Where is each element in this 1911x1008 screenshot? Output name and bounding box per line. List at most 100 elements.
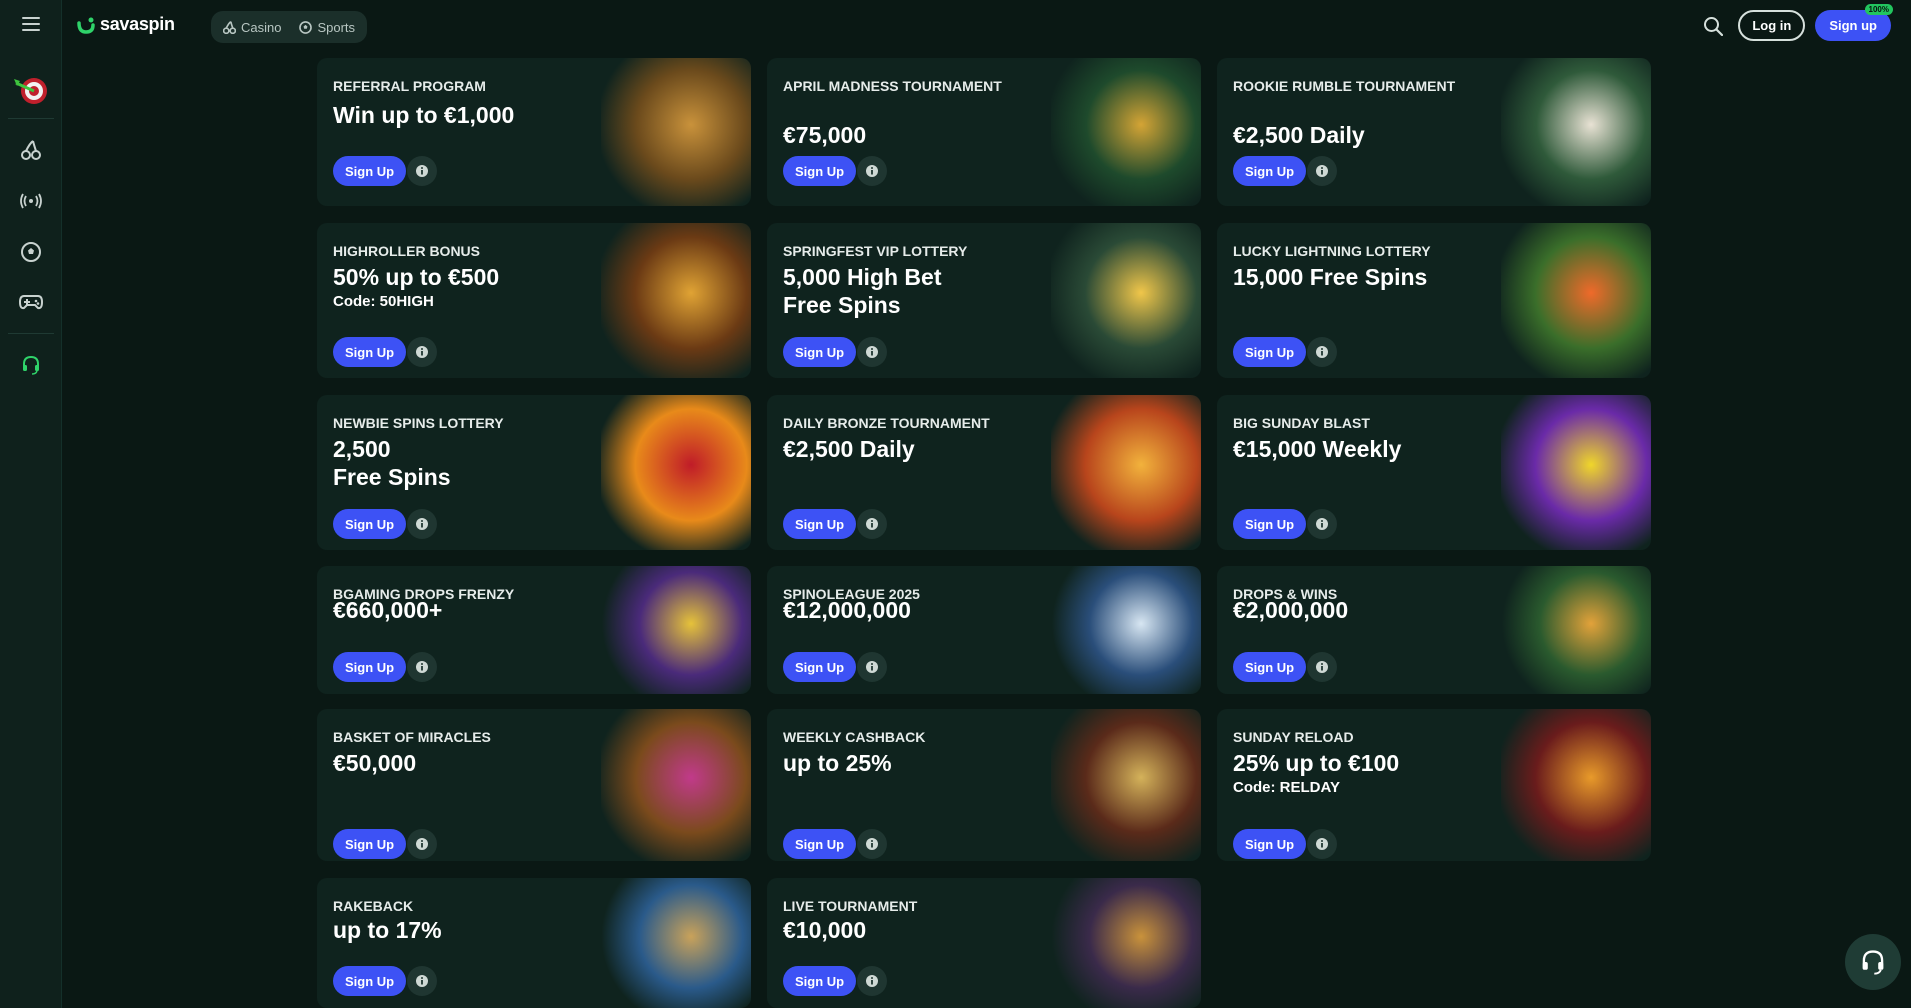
- signup-bonus-badge: 100%: [1864, 4, 1893, 15]
- promo-signup-button[interactable]: Sign Up: [1233, 337, 1307, 367]
- promo-signup-button[interactable]: Sign Up: [783, 156, 857, 186]
- promo-card[interactable]: BGAMING DROPS FRENZY €660,000+ Sign Up: [317, 566, 751, 694]
- promo-signup-button[interactable]: Sign Up: [783, 829, 857, 859]
- promo-card[interactable]: ROOKIE RUMBLE TOURNAMENT €2,500 Daily Sign…: [1217, 58, 1651, 206]
- info-icon[interactable]: [407, 509, 437, 539]
- info-icon[interactable]: [407, 156, 437, 186]
- soccer-ball-icon[interactable]: [0, 232, 62, 272]
- promo-signup-button[interactable]: Sign Up: [783, 337, 857, 367]
- info-icon[interactable]: [407, 337, 437, 367]
- headset-icon[interactable]: [0, 345, 62, 385]
- info-icon[interactable]: [1307, 337, 1337, 367]
- promo-kicker: RAKEBACK: [333, 898, 414, 914]
- info-icon[interactable]: [407, 829, 437, 859]
- promo-headline: €75,000: [783, 122, 867, 148]
- promo-art-trophy: [1501, 709, 1651, 861]
- gamepad-icon[interactable]: [0, 282, 62, 322]
- promo-card[interactable]: HIGHROLLER BONUS 50% up to €500 Code: 50HI…: [317, 223, 751, 378]
- promo-art-elf-king: [1051, 58, 1201, 206]
- promo-card[interactable]: LUCKY LIGHTNING LOTTERY 15,000 Free Spins…: [1217, 223, 1651, 378]
- promo-card[interactable]: SPINOLEAGUE 2025 €12,000,000 Sign Up: [767, 566, 1201, 694]
- promo-card[interactable]: RAKEBACK up to 17% Sign Up: [317, 878, 751, 1008]
- info-icon[interactable]: [407, 652, 437, 682]
- promo-signup-button[interactable]: Sign Up: [333, 337, 407, 367]
- signup-button-label: Sign up: [1829, 18, 1877, 33]
- promo-kicker: APRIL MADNESS TOURNAMENT: [783, 78, 1002, 94]
- promo-card[interactable]: NEWBIE SPINS LOTTERY 2,500 Free Spins Sign…: [317, 395, 751, 550]
- promo-art-vip-girl: [1051, 223, 1201, 378]
- signup-button[interactable]: Sign up 100%: [1815, 4, 1893, 41]
- promo-card[interactable]: SPRINGFEST VIP LOTTERY 5,000 High Bet Fre…: [767, 223, 1201, 378]
- promo-signup-button[interactable]: Sign Up: [783, 509, 857, 539]
- promo-headline: €2,000,000: [1233, 597, 1349, 623]
- promo-card[interactable]: DROPS & WINS €2,000,000 Sign Up: [1217, 566, 1651, 694]
- info-icon[interactable]: [857, 156, 887, 186]
- cherries-icon[interactable]: [0, 130, 62, 170]
- promo-card[interactable]: DAILY BRONZE TOURNAMENT €2,500 Daily Sign …: [767, 395, 1201, 550]
- promo-headline: 50% up to €500: [333, 264, 500, 290]
- logo[interactable]: savaspin: [76, 14, 175, 35]
- promo-signup-button[interactable]: Sign Up: [333, 509, 407, 539]
- promo-headline: 15,000 Free Spins: [1233, 264, 1428, 290]
- promo-art-owl: [601, 58, 751, 206]
- promo-card[interactable]: REFERRAL PROGRAM Win up to €1,000 Sign Up: [317, 58, 751, 206]
- info-icon[interactable]: [1307, 509, 1337, 539]
- promo-signup-button[interactable]: Sign Up: [1233, 156, 1307, 186]
- info-icon[interactable]: [857, 509, 887, 539]
- info-icon[interactable]: [1307, 156, 1337, 186]
- promo-signup-button[interactable]: Sign Up: [333, 652, 407, 682]
- promo-art-fruits: [601, 395, 751, 550]
- headset-icon: [1862, 950, 1884, 975]
- promo-card[interactable]: SUNDAY RELOAD 25% up to €100 Code: RELDAY S…: [1217, 709, 1651, 861]
- promo-card[interactable]: APRIL MADNESS TOURNAMENT €75,000 Sign Up: [767, 58, 1201, 206]
- promo-kicker: BIG SUNDAY BLAST: [1233, 415, 1370, 431]
- info-icon[interactable]: [857, 829, 887, 859]
- promo-card[interactable]: WEEKLY CASHBACK up to 25% Sign Up: [767, 709, 1201, 861]
- target-dart-icon[interactable]: [0, 68, 62, 112]
- search-icon[interactable]: [1698, 11, 1728, 41]
- promo-signup-button[interactable]: Sign Up: [333, 156, 407, 186]
- support-chat-button[interactable]: [1845, 934, 1901, 990]
- promo-art-roulette: [1051, 878, 1201, 1008]
- sidebar: [0, 0, 62, 1008]
- promo-kicker: SPRINGFEST VIP LOTTERY: [783, 243, 968, 259]
- promo-headline: €660,000+: [333, 597, 443, 623]
- soccer-ball-icon: [299, 20, 313, 34]
- info-icon[interactable]: [857, 966, 887, 996]
- top-header: savaspin Casino Sports Log in Sign up 10…: [62, 0, 1911, 50]
- promo-art-adventurer: [1501, 566, 1651, 694]
- promo-card[interactable]: LIVE TOURNAMENT €10,000 Sign Up: [767, 878, 1201, 1008]
- promo-card[interactable]: BASKET OF MIRACLES €50,000 Sign Up: [317, 709, 751, 861]
- promo-signup-button[interactable]: Sign Up: [1233, 829, 1307, 859]
- logo-text: savaspin: [100, 14, 175, 34]
- sidebar-divider: [8, 118, 54, 119]
- promo-art-easter-basket: [601, 709, 751, 861]
- promo-art-parrot-fs: [1501, 223, 1651, 378]
- tab-sports[interactable]: Sports: [293, 15, 361, 39]
- promo-kicker: REFERRAL PROGRAM: [333, 78, 486, 94]
- promo-signup-button[interactable]: Sign Up: [1233, 652, 1307, 682]
- promo-signup-button[interactable]: Sign Up: [333, 966, 407, 996]
- info-icon[interactable]: [407, 966, 437, 996]
- promo-kicker: NEWBIE SPINS LOTTERY: [333, 415, 504, 431]
- live-broadcast-icon[interactable]: [0, 181, 62, 221]
- product-switch: Casino Sports: [211, 11, 367, 43]
- menu-icon[interactable]: [0, 4, 62, 44]
- login-button[interactable]: Log in: [1738, 10, 1806, 41]
- promo-card[interactable]: BIG SUNDAY BLAST €15,000 Weekly Sign Up: [1217, 395, 1651, 550]
- promo-art-rabbit: [601, 566, 751, 694]
- promo-signup-button[interactable]: Sign Up: [1233, 509, 1307, 539]
- info-icon[interactable]: [857, 652, 887, 682]
- tab-casino[interactable]: Casino: [217, 15, 287, 39]
- promo-signup-button[interactable]: Sign Up: [783, 652, 857, 682]
- promo-signup-button[interactable]: Sign Up: [333, 829, 407, 859]
- promo-headline: €50,000: [333, 750, 417, 776]
- header-actions: Log in Sign up 100%: [1698, 4, 1893, 41]
- promo-kicker: HIGHROLLER BONUS: [333, 243, 480, 259]
- cherries-icon: [223, 20, 236, 34]
- info-icon[interactable]: [1307, 829, 1337, 859]
- info-icon[interactable]: [1307, 652, 1337, 682]
- info-icon[interactable]: [857, 337, 887, 367]
- promo-art-red-haired-girl: [1051, 395, 1201, 550]
- promo-signup-button[interactable]: Sign Up: [783, 966, 857, 996]
